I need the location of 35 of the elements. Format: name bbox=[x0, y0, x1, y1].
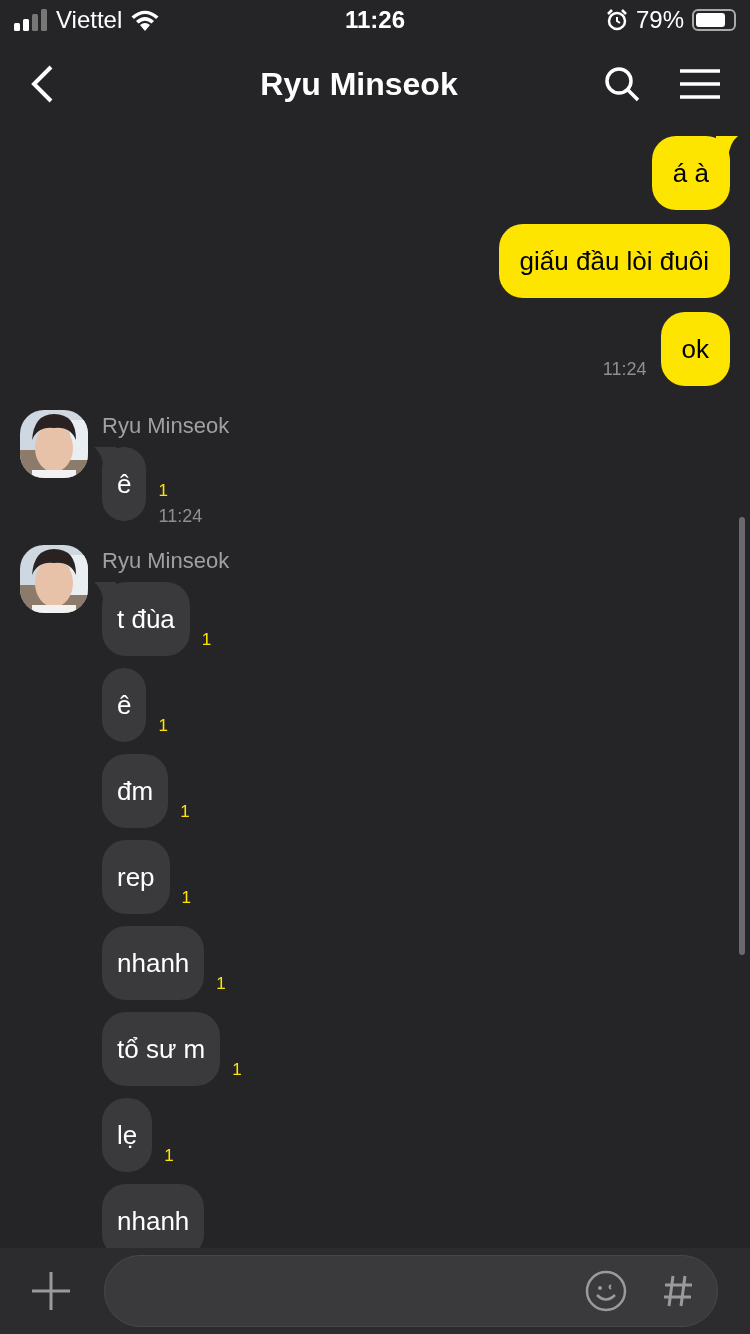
menu-icon[interactable] bbox=[680, 69, 720, 99]
received-message-bubble: lẹ bbox=[102, 1098, 153, 1172]
unread-count: 1 bbox=[216, 975, 226, 992]
received-message-bubble: rep bbox=[102, 840, 170, 914]
chat-title: Ryu Minseok bbox=[259, 65, 459, 104]
received-message-bubble: nhanh bbox=[102, 926, 205, 1000]
received-message-bubble: đm bbox=[102, 754, 169, 828]
received-message-bubble: ê bbox=[102, 668, 147, 742]
signal-icon bbox=[14, 9, 48, 31]
hashtag-icon[interactable] bbox=[663, 1274, 693, 1308]
sender-name: Ryu Minseok bbox=[102, 415, 230, 437]
search-icon[interactable] bbox=[604, 66, 640, 102]
battery-icon bbox=[692, 9, 736, 31]
alarm-icon bbox=[605, 9, 628, 31]
wifi-icon bbox=[130, 9, 161, 31]
sender-name: Ryu Minseok bbox=[102, 550, 231, 572]
received-message-bubble: tổ sư m bbox=[102, 1012, 221, 1086]
unread-count: 1 bbox=[181, 889, 192, 906]
message-time: 11:24 bbox=[158, 507, 203, 525]
back-icon[interactable] bbox=[30, 65, 54, 103]
received-message-bubble: nhanh bbox=[102, 1184, 205, 1248]
plus-icon[interactable] bbox=[32, 1272, 70, 1310]
battery-percent: 79% bbox=[635, 5, 684, 35]
unread-count: 1 bbox=[158, 717, 168, 734]
clock-time: 11:26 bbox=[343, 5, 407, 35]
unread-count: 1 bbox=[201, 631, 212, 648]
sent-message-bubble: ok bbox=[660, 312, 730, 386]
sent-message-bubble: giấu đầu lòi đuôi bbox=[498, 224, 730, 298]
unread-count: 1 bbox=[164, 1147, 174, 1164]
unread-count: 1 bbox=[158, 482, 168, 499]
carrier-name: Viettel bbox=[56, 5, 123, 35]
emoji-icon[interactable] bbox=[585, 1270, 627, 1312]
unread-count: 1 bbox=[232, 1061, 242, 1078]
message-time: 11:24 bbox=[602, 360, 647, 378]
unread-count: 1 bbox=[180, 803, 190, 820]
